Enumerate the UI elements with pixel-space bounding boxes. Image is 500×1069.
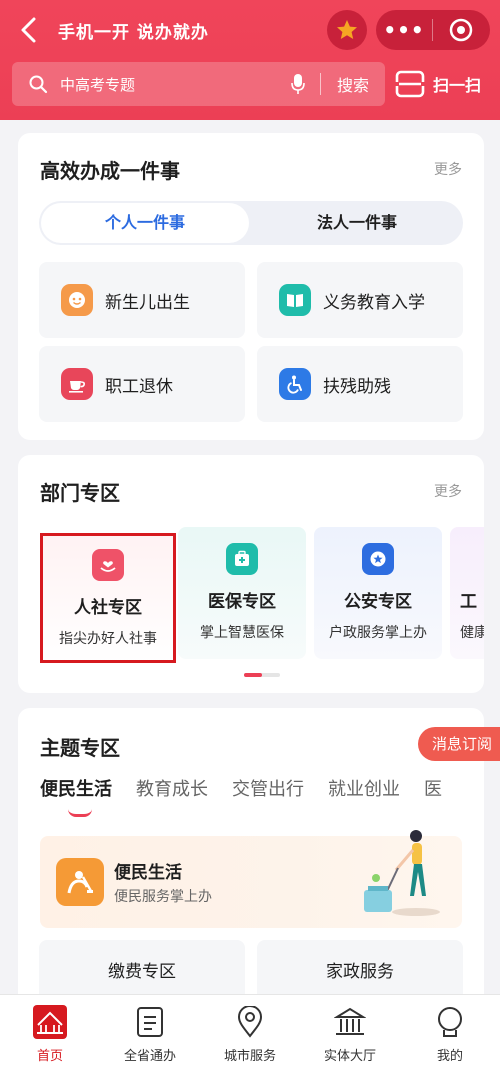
cleaning-service-icon: [56, 858, 104, 906]
message-subscribe-button[interactable]: 消息订阅: [418, 727, 500, 761]
theme-banner[interactable]: 便民生活 便民服务掌上办: [40, 830, 462, 928]
user-icon: [433, 1005, 467, 1039]
nav-city-service[interactable]: 城市服务: [200, 1005, 300, 1064]
home-icon: [33, 1005, 67, 1039]
nav-label: 全省通办: [123, 1049, 176, 1064]
nav-province-service[interactable]: 全省通办: [100, 1005, 200, 1064]
mini-program-capsule: •••: [376, 10, 490, 50]
scan-button[interactable]: 扫一扫: [395, 66, 481, 102]
nav-home[interactable]: 首页: [0, 1005, 100, 1064]
microphone-icon[interactable]: [288, 72, 308, 96]
more-menu-button[interactable]: •••: [376, 10, 432, 50]
search-icon: [28, 74, 48, 94]
search-bar[interactable]: 中高考专题 搜索: [12, 62, 385, 106]
section-title: 部门专区: [40, 481, 120, 505]
search-input[interactable]: 中高考专题: [60, 74, 288, 95]
tab-education[interactable]: 教育成长: [136, 775, 208, 801]
medical-kit-icon: [226, 543, 258, 575]
tab-medical[interactable]: 医: [424, 775, 442, 801]
section-title: 主题专区: [40, 736, 120, 760]
department-partial[interactable]: 工 健康: [450, 527, 484, 659]
baby-face-icon: [61, 284, 93, 316]
department-name: 人社专区: [74, 598, 142, 618]
building-icon: [333, 1005, 367, 1039]
location-pin-icon: [233, 1005, 267, 1039]
close-target-icon[interactable]: [433, 17, 489, 43]
heart-hand-icon: [92, 549, 124, 581]
nav-label: 实体大厅: [323, 1049, 376, 1064]
favorite-star-icon[interactable]: [327, 10, 367, 50]
department-medical-insurance[interactable]: 医保专区 掌上智慧医保: [178, 527, 306, 659]
section-title: 高效办成一件事: [40, 159, 180, 183]
nav-label: 城市服务: [223, 1049, 276, 1064]
tile-label: 义务教育入学: [323, 292, 425, 313]
service-tile-education[interactable]: 义务教育入学: [257, 262, 463, 338]
document-icon: [133, 1005, 167, 1039]
more-link[interactable]: 更多: [434, 481, 462, 501]
department-name: 医保专区: [208, 592, 276, 612]
police-badge-icon: [362, 543, 394, 575]
theme-zone-card: 主题专区 便民生活 教育成长 交管出行 就业创业医 便民生活 便民服务掌上办 缴费专区…: [18, 708, 484, 1008]
department-name: 公安专区: [344, 592, 412, 612]
department-partial-icon: [460, 543, 484, 575]
wheelchair-icon: [279, 368, 311, 400]
segment-control: 个人一件事 法人一件事: [39, 201, 463, 245]
scan-icon: [395, 70, 425, 98]
tab-employment[interactable]: 就业创业: [328, 775, 400, 801]
app-header: 手机一开 说办就办 ••• 中高考专题 搜索 扫一扫: [0, 0, 500, 120]
service-tile-newborn[interactable]: 新生儿出生: [39, 262, 245, 338]
department-carousel[interactable]: 人社专区 指尖办好人社事 医保专区 掌上智慧医保 公安专区 户政服务掌上办 工 …: [18, 527, 484, 667]
scan-label: 扫一扫: [433, 76, 482, 95]
tab-traffic[interactable]: 交管出行: [232, 775, 304, 801]
bottom-navigation: 首页 全省通办 城市服务 实体大厅 我的: [0, 994, 500, 1069]
tab-personal[interactable]: 个人一件事: [41, 203, 249, 243]
pager-active-dot: [244, 673, 262, 677]
tea-cup-icon: [61, 368, 93, 400]
tab-convenience-life[interactable]: 便民生活: [40, 775, 112, 801]
banner-title: 便民生活: [114, 863, 182, 883]
department-zone-card: 部门专区 更多 人社专区 指尖办好人社事 医保专区 掌上智慧医保 公安专区 户政…: [18, 455, 484, 693]
theme-tabs: 便民生活 教育成长 交管出行 就业创业医: [40, 775, 484, 815]
tile-label: 新生儿出生: [105, 292, 190, 313]
department-name: 工: [460, 592, 477, 612]
more-link[interactable]: 更多: [434, 159, 462, 179]
service-tile-retirement[interactable]: 职工退休: [39, 346, 245, 422]
department-subtitle: 掌上智慧医保: [200, 625, 284, 641]
efficient-services-card: 高效办成一件事 更多 个人一件事 法人一件事 新生儿出生 义务教育入学 职工退休…: [18, 133, 484, 440]
service-tile-disability-aid[interactable]: 扶残助残: [257, 346, 463, 422]
search-button[interactable]: 搜索: [321, 72, 385, 96]
nav-service-hall[interactable]: 实体大厅: [300, 1005, 400, 1064]
department-hr-social[interactable]: 人社专区 指尖办好人社事: [40, 533, 176, 663]
banner-subtitle: 便民服务掌上办: [114, 889, 212, 905]
tile-label: 职工退休: [105, 376, 173, 397]
back-icon[interactable]: [14, 14, 42, 46]
carousel-pager: [244, 673, 280, 677]
department-public-security[interactable]: 公安专区 户政服务掌上办: [314, 527, 442, 659]
nav-label: 我的: [436, 1049, 463, 1064]
page-title: 手机一开 说办就办: [58, 23, 209, 43]
department-subtitle: 健康: [460, 625, 484, 641]
cleaning-woman-illustration: [364, 830, 440, 916]
tab-corporate[interactable]: 法人一件事: [253, 201, 461, 245]
department-subtitle: 户政服务掌上办: [329, 625, 427, 641]
nav-mine[interactable]: 我的: [400, 1005, 500, 1064]
tab-indicator: [68, 809, 92, 817]
department-subtitle: 指尖办好人社事: [59, 631, 157, 647]
book-icon: [279, 284, 311, 316]
nav-label: 首页: [36, 1049, 63, 1064]
tile-label: 扶残助残: [323, 376, 391, 397]
